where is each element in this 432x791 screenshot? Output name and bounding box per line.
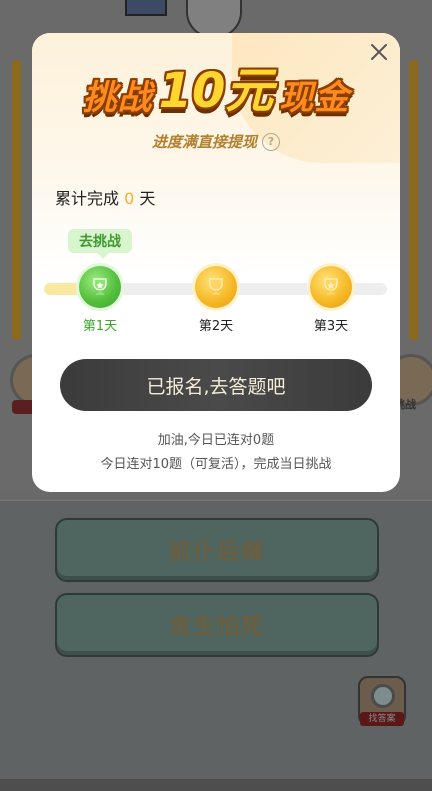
find-answer-label: 找答案: [360, 712, 404, 726]
challenge-modal: 挑战 10元 现金 进度满直接提现 ? 累计完成 0 天 去挑战 第1天 第2天…: [32, 33, 400, 492]
day-1-label: 第1天: [82, 319, 118, 334]
top-decoration: [125, 0, 167, 16]
star-trophy-icon: [324, 278, 338, 295]
bottom-bar: [0, 779, 432, 791]
progress-value: 0: [124, 189, 135, 208]
answer-option-1[interactable]: 前仆后继: [55, 518, 379, 582]
right-pole: [409, 60, 418, 340]
title-left: 挑战: [82, 78, 153, 118]
day-3-label: 第3天: [313, 319, 349, 334]
answer-option-2[interactable]: 贪生怕死: [55, 593, 379, 657]
progress-summary: 累计完成 0 天: [55, 185, 155, 209]
subtitle: 进度满直接提现: [151, 133, 257, 151]
close-icon: [371, 44, 387, 60]
go-challenge-badge[interactable]: 去挑战: [68, 229, 132, 259]
magnifier-icon: [371, 684, 395, 708]
day-2-node[interactable]: [195, 266, 237, 308]
modal-title: 挑战 10元 现金: [32, 67, 400, 115]
progress-prefix: 累计完成: [55, 189, 120, 208]
day-3-node[interactable]: [310, 266, 352, 308]
left-pole: [12, 60, 21, 340]
progress-suffix: 天: [139, 189, 156, 208]
title-right: 现金: [279, 78, 350, 118]
star-trophy-icon: [93, 278, 107, 295]
progress-fill: [44, 283, 84, 295]
signup-answer-button[interactable]: 已报名,去答题吧: [60, 359, 372, 411]
question-icon[interactable]: ?: [262, 132, 280, 151]
title-amount: 10元: [158, 63, 274, 119]
subtitle-row: 进度满直接提现 ?: [32, 131, 400, 152]
day-2-label: 第2天: [198, 319, 234, 334]
trophy-icon: [209, 278, 223, 295]
streak-tip: 加油,今日已连对0题: [157, 433, 275, 448]
day-1-node[interactable]: [79, 266, 121, 308]
close-button[interactable]: [366, 39, 392, 65]
rule-tip: 今日连对10题（可复活），完成当日挑战: [100, 457, 332, 472]
